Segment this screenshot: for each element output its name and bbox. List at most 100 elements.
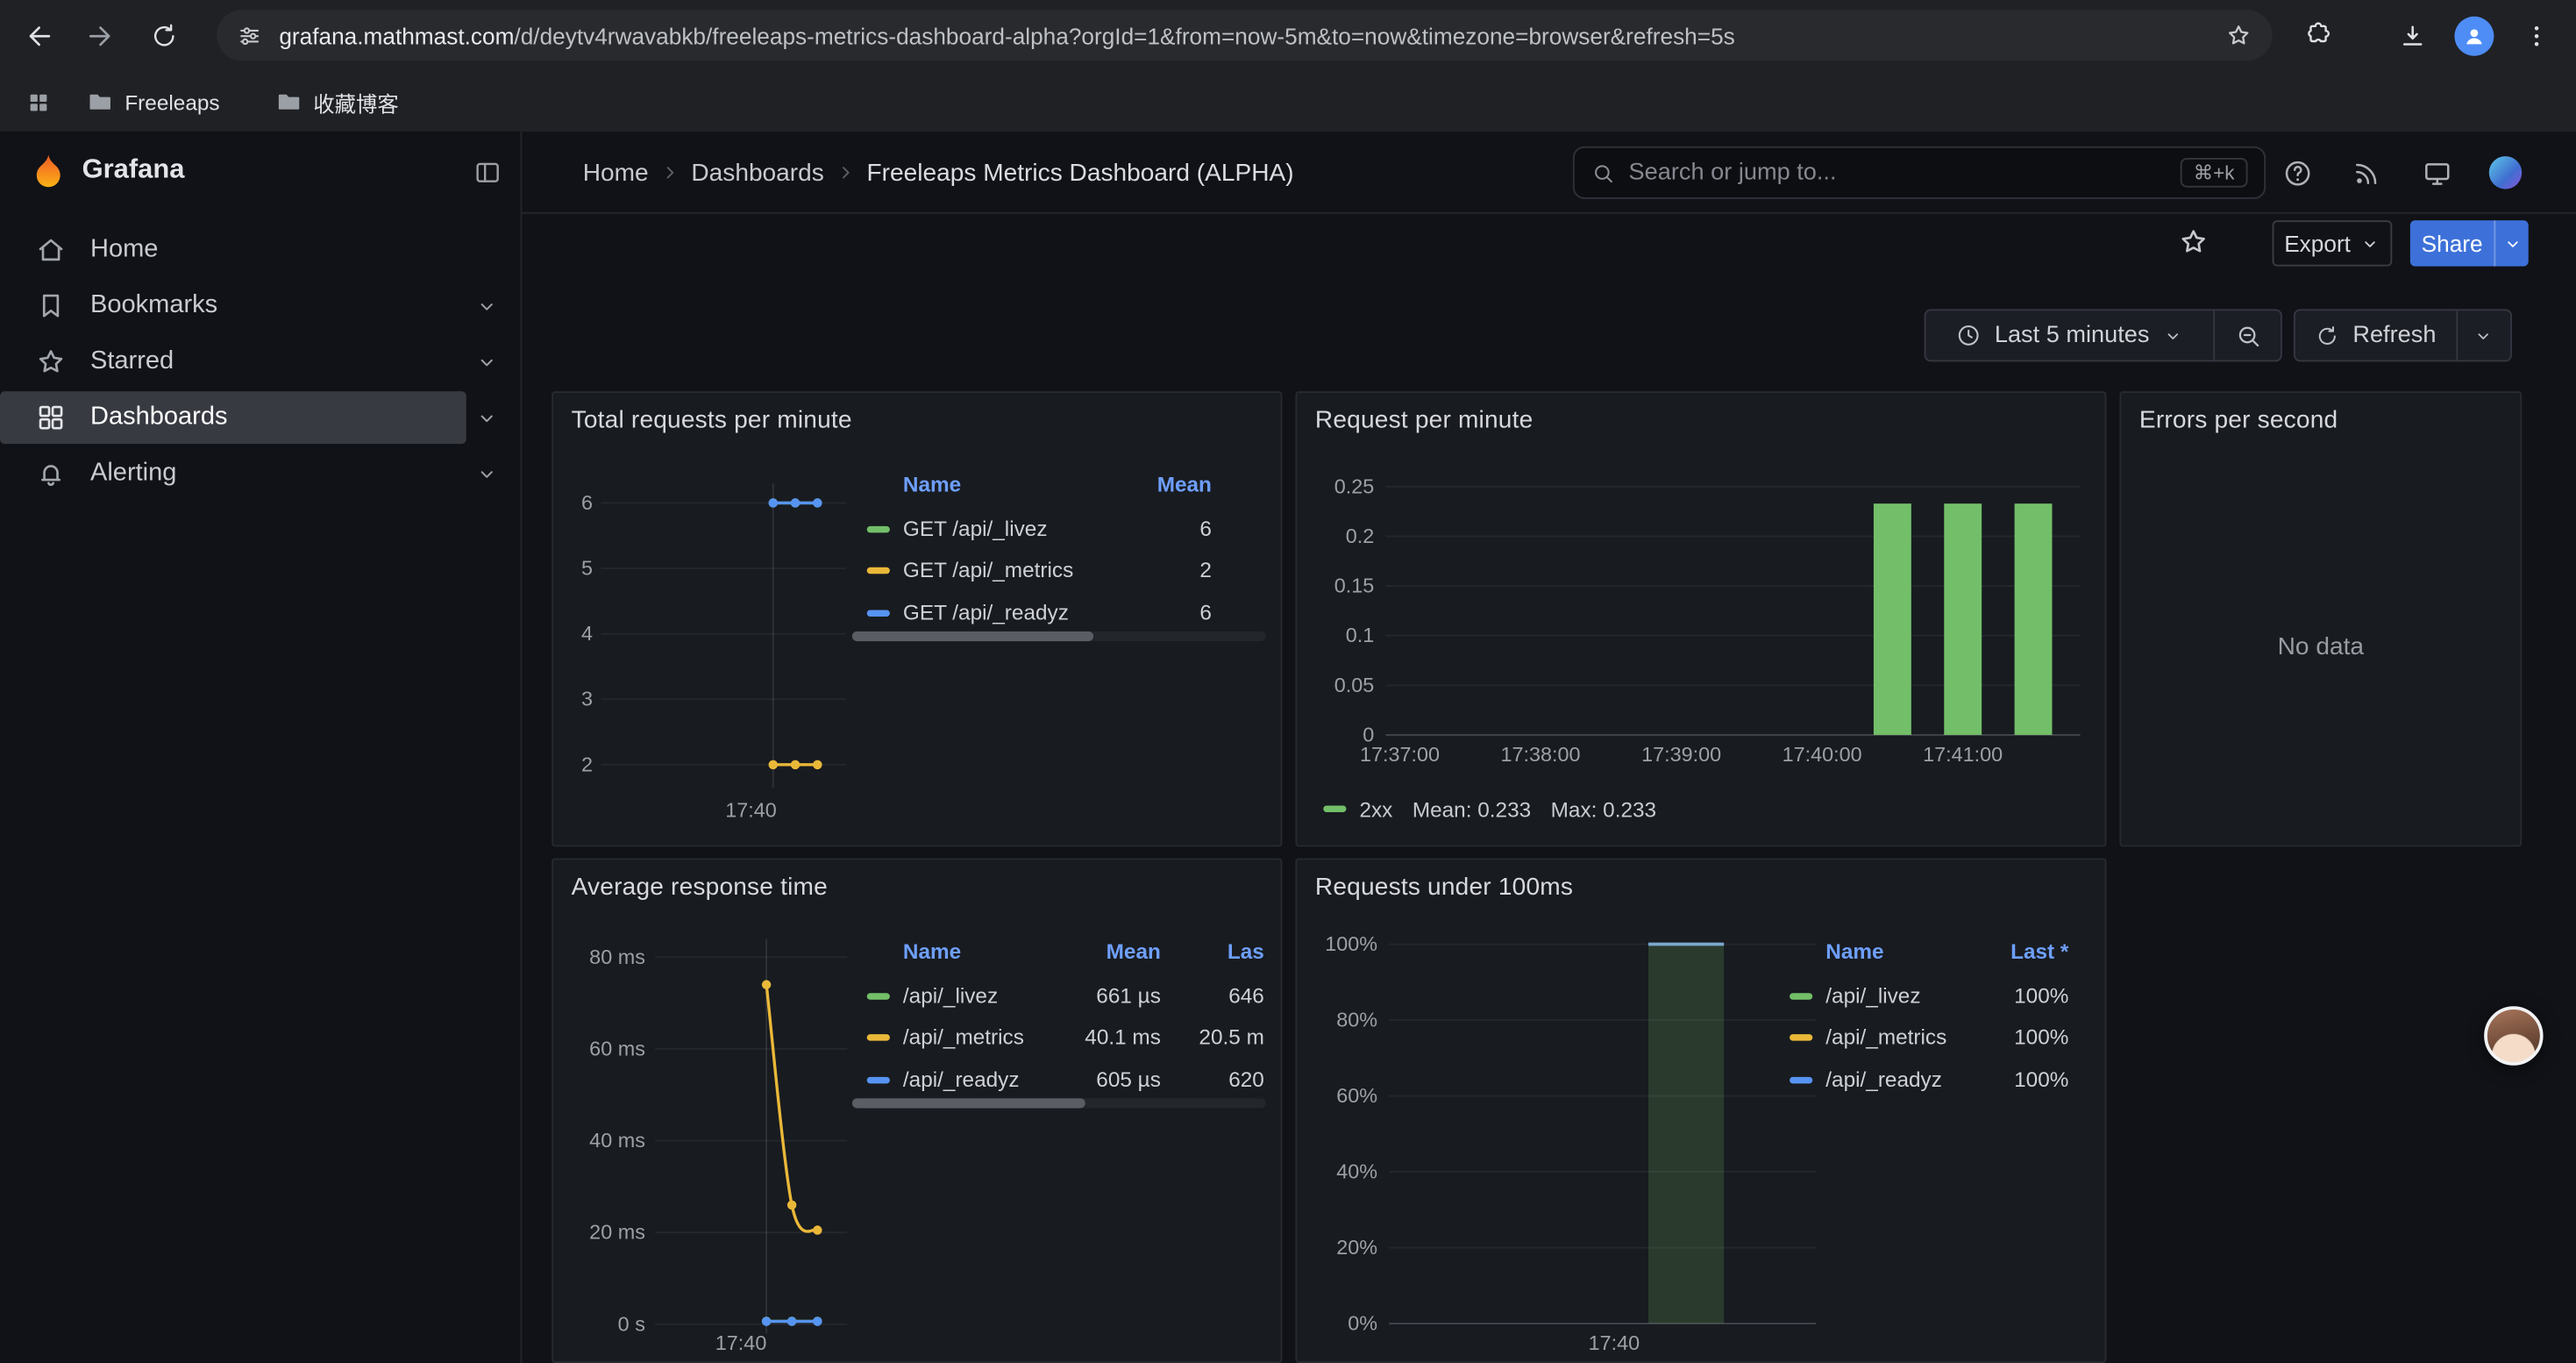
help-icon[interactable] [2279,154,2315,190]
legend-header-mean[interactable]: Mean [1107,934,1161,970]
app-title: Grafana [82,154,185,186]
site-settings-icon[interactable] [237,22,263,48]
screen: grafana.mathmast.com/d/deytv4rwavabkb/fr… [0,0,2576,1363]
series-point [791,498,800,507]
time-picker-group: Last 5 minutes [1925,309,2282,361]
legend-header-last[interactable]: Last * [2010,934,2068,970]
series-value: 100% [2014,1018,2068,1058]
back-button[interactable] [11,8,68,64]
address-bar[interactable]: grafana.mathmast.com/d/deytv4rwavabkb/fr… [217,10,2272,61]
export-label: Export [2284,230,2351,256]
breadcrumb-home[interactable]: Home [583,159,649,187]
series-name[interactable]: /api/_livez [903,976,998,1016]
panel-title[interactable]: Errors per second [2139,406,2338,434]
collapse-sidebar-icon[interactable] [473,158,502,188]
star-icon [34,346,67,378]
sidebar-item-home[interactable]: Home [0,222,522,278]
scrollbar-thumb[interactable] [852,1098,1085,1108]
forward-button[interactable] [72,8,128,64]
legend-header-mean[interactable]: Mean [1157,467,1212,503]
display-icon[interactable] [2418,154,2454,190]
series-color-icon [867,610,890,616]
series-name[interactable]: /api/_metrics [1825,1018,1946,1058]
time-range-picker[interactable]: Last 5 minutes [1925,310,2213,360]
refresh-icon [2315,323,2339,347]
bar [2015,503,2053,735]
x-tick-label: 17:40:00 [1783,743,1862,766]
breadcrumb-dashboards[interactable]: Dashboards [691,159,823,187]
series-name[interactable]: GET /api/_readyz [903,593,1069,632]
zoom-out-button[interactable] [2213,310,2281,360]
legend-row: /api/_livez 661 µs 646 [852,976,1266,1016]
legend-header-name[interactable]: Name [903,467,961,503]
chevron-down-icon[interactable] [474,461,499,486]
export-button[interactable]: Export [2273,220,2393,266]
reload-button[interactable] [136,8,192,64]
legend-scrollbar[interactable] [852,632,1266,641]
y-tick-label: 20 ms [589,1221,645,1244]
panel-errors-per-second: Errors per secondNo data [2119,391,2522,846]
x-tick-label: 17:38:00 [1500,743,1580,766]
series-color-icon [867,526,890,532]
browser-toolbar: grafana.mathmast.com/d/deytv4rwavabkb/fr… [0,0,2576,72]
series-point [769,498,778,507]
sidebar-item-bookmarks[interactable]: Bookmarks [0,278,522,334]
extensions-icon[interactable] [2290,8,2346,64]
series-name[interactable]: GET /api/_livez [903,510,1048,549]
sidebar-item-dashboards[interactable]: Dashboards [0,389,522,446]
series-value: 40.1 ms [1085,1018,1161,1058]
series-point [791,760,800,769]
search-icon [1590,161,1615,185]
series-name[interactable]: /api/_metrics [903,1018,1024,1058]
x-tick-label: 17:37:00 [1360,743,1440,766]
legend-scrollbar[interactable] [852,1098,1266,1108]
floating-avatar-widget[interactable] [2484,1006,2543,1065]
refresh-interval-dropdown[interactable] [2456,310,2510,360]
news-rss-icon[interactable] [2348,154,2384,190]
sidebar-item-starred[interactable]: Starred [0,334,522,390]
sidebar-item-alerting[interactable]: Alerting [0,446,522,502]
series-name[interactable]: /api/_livez [1825,976,1920,1016]
search-input[interactable] [1629,160,2167,186]
chevron-down-icon[interactable] [474,294,499,318]
share-menu-chevron-icon[interactable] [2495,232,2528,253]
share-label: Share [2410,230,2494,256]
y-tick-label: 0.05 [1334,674,1375,696]
downloads-icon[interactable] [2384,8,2440,64]
panel-requests-under-100ms: Requests under 100ms100%80%60%40%20%0%17… [1295,859,2106,1363]
series-name[interactable]: GET /api/_metrics [903,552,1073,591]
series-value: 661 µs [1096,976,1161,1016]
bookmark-item[interactable]: 收藏博客 [260,80,416,125]
legend-header-name[interactable]: Name [903,934,961,970]
legend-inline: 2xxMean: 0.233Max: 0.233 [1323,793,1656,825]
browser-menu-icon[interactable] [2508,8,2565,64]
legend-header-name[interactable]: Name [1825,934,1883,970]
series-name[interactable]: 2xx [1359,796,1392,821]
sidebar-item-label: Bookmarks [90,291,217,321]
grafana-logo-icon[interactable] [28,151,69,192]
series-value: 100% [2014,1060,2068,1100]
user-avatar[interactable] [2489,156,2522,189]
scrollbar-thumb[interactable] [852,632,1093,641]
chevron-down-icon[interactable] [474,405,499,430]
favorite-star-icon[interactable] [2177,225,2210,258]
sidebar-menu: Home Bookmarks StarredDashboardsAlerting [0,222,522,502]
url-text: grafana.mathmast.com/d/deytv4rwavabkb/fr… [279,22,2208,48]
search-box[interactable]: ⌘+k [1573,146,2266,199]
apps-grid-icon[interactable] [26,89,51,114]
series-value: 646 [1228,976,1264,1016]
chevron-down-icon [2473,325,2494,346]
chevron-down-icon [2359,232,2380,253]
browser-profile-avatar[interactable] [2454,17,2494,56]
chevron-down-icon[interactable] [474,349,499,374]
bookmark-list: Freeleaps 收藏博客 [71,80,438,125]
legend-header-las[interactable]: Las [1228,934,1264,970]
bookmark-star-icon[interactable] [2224,21,2252,49]
bookmark-item[interactable]: Freeleaps [71,80,237,125]
refresh-button[interactable]: Refresh [2295,310,2456,360]
share-button[interactable]: Share [2410,220,2529,266]
series-name[interactable]: /api/_readyz [1825,1060,1942,1100]
series-name[interactable]: /api/_readyz [903,1060,1020,1100]
bar [1648,945,1724,1324]
legend-row: GET /api/_livez6 [852,510,1266,549]
